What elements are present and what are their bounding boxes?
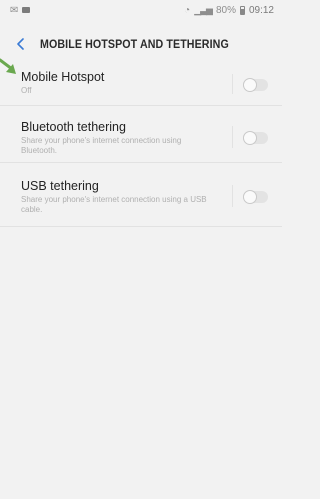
settings-list: Mobile Hotspot Off Bluetooth tethering S… <box>0 60 282 227</box>
mobile-hotspot-texts: Mobile Hotspot Off <box>21 70 211 96</box>
bluetooth-tethering-texts: Bluetooth tethering Share your phone's i… <box>21 120 211 155</box>
page-title: MOBILE HOTSPOT AND TETHERING <box>40 37 229 51</box>
mobile-hotspot-status: Off <box>21 86 32 95</box>
mail-icon: ✉ <box>10 4 19 16</box>
battery-icon <box>239 5 245 15</box>
toggle-knob <box>243 190 257 204</box>
bluetooth-tethering-row[interactable]: Bluetooth tethering Share your phone's i… <box>0 106 282 163</box>
image-icon <box>22 7 31 13</box>
mobile-hotspot-toggle[interactable] <box>243 78 268 92</box>
signal-icon: ▁▃▅ <box>194 4 213 15</box>
mobile-hotspot-label: Mobile Hotspot <box>21 70 105 84</box>
row-divider <box>232 74 233 94</box>
status-bar-left: ✉ <box>10 4 31 16</box>
status-bar-right: ◔ ▁▃▅ 80% 09:12 <box>184 5 274 16</box>
bluetooth-tethering-description: Share your phone's internet connection u… <box>21 136 182 155</box>
battery-percent: 80% <box>215 4 236 16</box>
chevron-left-icon <box>17 38 24 50</box>
app-header: MOBILE HOTSPOT AND TETHERING <box>0 28 282 60</box>
toggle-knob <box>243 131 257 145</box>
bluetooth-tethering-label: Bluetooth tethering <box>21 120 126 134</box>
row-divider <box>232 126 233 148</box>
bluetooth-tethering-toggle[interactable] <box>243 131 268 145</box>
usb-tethering-row[interactable]: USB tethering Share your phone's interne… <box>0 163 282 227</box>
mobile-hotspot-row[interactable]: Mobile Hotspot Off <box>0 60 282 106</box>
clock: 09:12 <box>248 4 274 16</box>
back-button[interactable] <box>6 29 36 59</box>
usb-tethering-texts: USB tethering Share your phone's interne… <box>21 179 211 214</box>
usb-tethering-description: Share your phone's internet connection u… <box>21 195 207 214</box>
toggle-knob <box>243 78 257 92</box>
usb-tethering-toggle[interactable] <box>243 190 268 204</box>
row-divider <box>232 185 233 207</box>
usb-tethering-label: USB tethering <box>21 179 99 193</box>
status-bar: ✉ ◔ ▁▃▅ 80% 09:12 <box>0 0 282 20</box>
wifi-icon: ◔ <box>184 4 191 16</box>
